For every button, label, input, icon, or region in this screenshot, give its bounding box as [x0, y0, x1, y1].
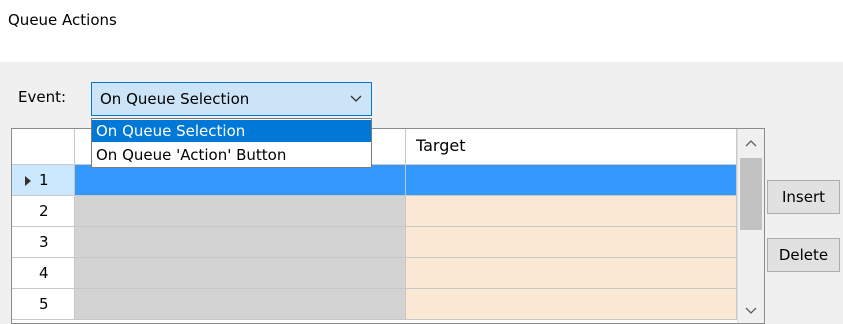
grid-cell-target[interactable]: [406, 289, 737, 320]
grid-cell-action[interactable]: [75, 227, 406, 258]
current-row-pointer-icon: [25, 176, 31, 186]
grid-cell-action[interactable]: [75, 258, 406, 289]
grid-cell-target[interactable]: [406, 196, 737, 227]
grid-cell-target[interactable]: [406, 227, 737, 258]
scroll-down-icon[interactable]: [743, 303, 759, 319]
column-header-target[interactable]: Target: [406, 129, 737, 165]
row-header[interactable]: 5: [12, 289, 75, 320]
grid-vertical-scrollbar[interactable]: [737, 129, 764, 323]
insert-button[interactable]: Insert: [767, 180, 840, 214]
grid-cell-action[interactable]: [75, 196, 406, 227]
delete-button[interactable]: Delete: [767, 238, 840, 272]
row-number: 5: [39, 295, 49, 313]
row-number: 4: [39, 264, 49, 282]
row-number: 1: [39, 171, 49, 189]
row-number: 3: [39, 233, 49, 251]
window-title: Queue Actions: [8, 11, 117, 29]
row-number: 2: [39, 202, 49, 220]
grid-corner-header: [12, 129, 75, 165]
grid-cell-target[interactable]: [406, 165, 737, 196]
event-dropdown-list: On Queue Selection On Queue 'Action' But…: [91, 118, 372, 168]
row-header[interactable]: 1: [12, 165, 75, 196]
row-header[interactable]: 2: [12, 196, 75, 227]
column-header-target-label: Target: [416, 136, 466, 155]
event-label: Event:: [18, 88, 67, 106]
chevron-down-icon: [350, 95, 362, 102]
row-header[interactable]: 3: [12, 227, 75, 258]
grid-cell-target[interactable]: [406, 258, 737, 289]
dropdown-option[interactable]: On Queue Selection: [92, 120, 371, 142]
scroll-thumb[interactable]: [740, 158, 762, 230]
scroll-up-icon[interactable]: [743, 135, 759, 151]
event-combobox[interactable]: On Queue Selection: [91, 82, 372, 116]
row-header[interactable]: 4: [12, 258, 75, 289]
grid-cell-action[interactable]: [75, 165, 406, 196]
dropdown-option[interactable]: On Queue 'Action' Button: [92, 144, 371, 166]
event-combobox-value: On Queue Selection: [100, 90, 250, 108]
grid-cell-action[interactable]: [75, 289, 406, 320]
